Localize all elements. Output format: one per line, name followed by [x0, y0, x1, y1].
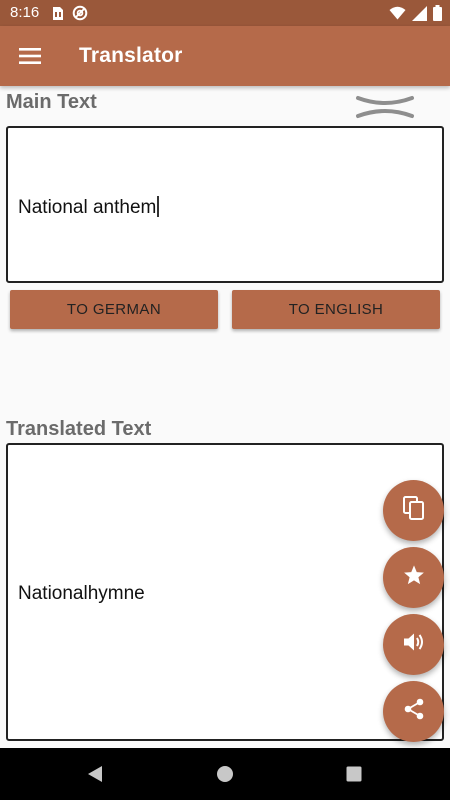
status-bar: 8:16 — [0, 0, 450, 26]
speak-button[interactable] — [383, 614, 444, 675]
status-time: 8:16 — [10, 4, 40, 21]
back-icon[interactable] — [81, 760, 109, 788]
translated-text-output[interactable]: Nationalhymne — [6, 443, 444, 741]
at-icon — [72, 5, 88, 26]
app-title: Translator — [79, 44, 183, 67]
to-german-button[interactable]: TO GERMAN — [10, 290, 218, 329]
copy-button[interactable] — [383, 480, 444, 541]
clear-icon[interactable] — [354, 92, 416, 122]
copy-icon — [402, 495, 426, 526]
hamburger-menu-icon[interactable] — [10, 37, 50, 75]
main-text-input[interactable]: National anthem — [6, 126, 444, 283]
share-button[interactable] — [383, 681, 444, 742]
translated-text-value: Nationalhymne — [18, 583, 145, 604]
signal-icon — [412, 5, 427, 26]
battery-icon — [433, 5, 442, 26]
favorite-button[interactable] — [383, 547, 444, 608]
main-text-value: National anthem — [18, 197, 157, 218]
volume-icon — [403, 632, 425, 657]
sim-card-icon — [52, 6, 64, 26]
star-icon — [403, 564, 425, 591]
wifi-icon — [389, 6, 406, 25]
main-text-label: Main Text — [6, 91, 97, 113]
share-icon — [403, 698, 425, 725]
to-english-button[interactable]: TO ENGLISH — [232, 290, 440, 329]
translated-text-label: Translated Text — [6, 418, 152, 440]
app-bar: Translator — [0, 26, 450, 86]
home-icon[interactable] — [211, 760, 239, 788]
recents-icon[interactable] — [340, 760, 368, 788]
system-nav-bar — [0, 748, 450, 800]
text-cursor — [157, 196, 159, 217]
